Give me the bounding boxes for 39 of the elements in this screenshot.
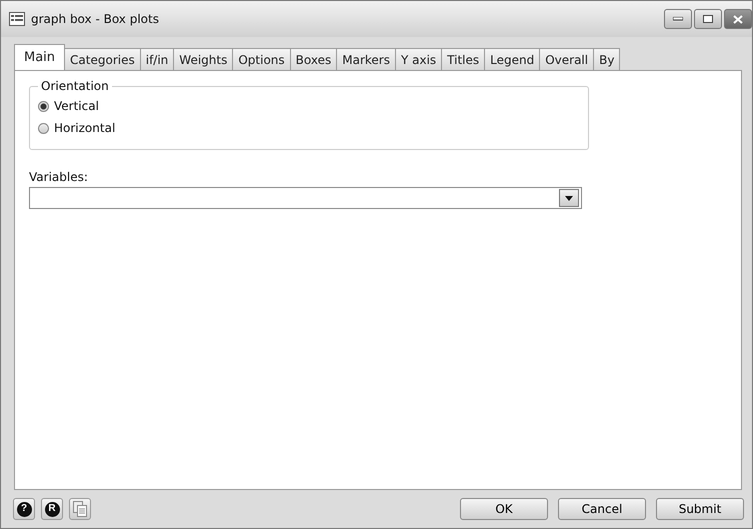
- maximize-icon: [703, 15, 713, 23]
- dialog-button[interactable]: Submit: [656, 498, 744, 520]
- radio-option[interactable]: Horizontal: [38, 117, 578, 139]
- tab[interactable]: Y axis: [394, 48, 442, 70]
- option-label: Horizontal: [54, 121, 116, 135]
- tab[interactable]: Boxes: [290, 48, 338, 70]
- tab[interactable]: Options: [232, 48, 291, 70]
- tab[interactable]: Markers: [336, 48, 396, 70]
- tab[interactable]: if/in: [140, 48, 174, 70]
- tab[interactable]: Legend: [484, 48, 540, 70]
- dialog-button[interactable]: OK: [460, 498, 548, 520]
- tab[interactable]: Titles: [441, 48, 486, 70]
- reset-button[interactable]: R: [41, 498, 63, 520]
- radio-option[interactable]: Vertical: [38, 95, 578, 117]
- window-title: graph box - Box plots: [31, 12, 159, 26]
- caret-icon: [565, 196, 573, 200]
- radio-button[interactable]: [38, 100, 49, 112]
- dropdown-button[interactable]: [559, 189, 579, 207]
- copy-button[interactable]: [69, 498, 91, 520]
- tab[interactable]: By: [593, 48, 620, 70]
- help-button[interactable]: ?: [13, 498, 35, 520]
- field-label: Variables:: [29, 170, 89, 184]
- tab[interactable]: Overall: [539, 48, 594, 70]
- window-icon: [9, 12, 25, 26]
- tab[interactable]: Categories: [64, 48, 141, 70]
- group-label: Orientation: [40, 79, 110, 93]
- help-icon: ?: [16, 502, 32, 516]
- radio-button[interactable]: [38, 122, 49, 134]
- close-icon: [733, 14, 743, 24]
- dialog-button[interactable]: Cancel: [558, 498, 646, 520]
- minimize-icon: [673, 17, 683, 21]
- minimize-button[interactable]: [664, 9, 692, 29]
- reset-icon: R: [44, 502, 60, 516]
- tab[interactable]: Main: [14, 44, 66, 70]
- maximize-button[interactable]: [694, 9, 722, 29]
- close-button[interactable]: [724, 9, 752, 29]
- copy-icon: [73, 501, 87, 517]
- tab[interactable]: Weights: [173, 48, 234, 70]
- option-label: Vertical: [54, 99, 99, 113]
